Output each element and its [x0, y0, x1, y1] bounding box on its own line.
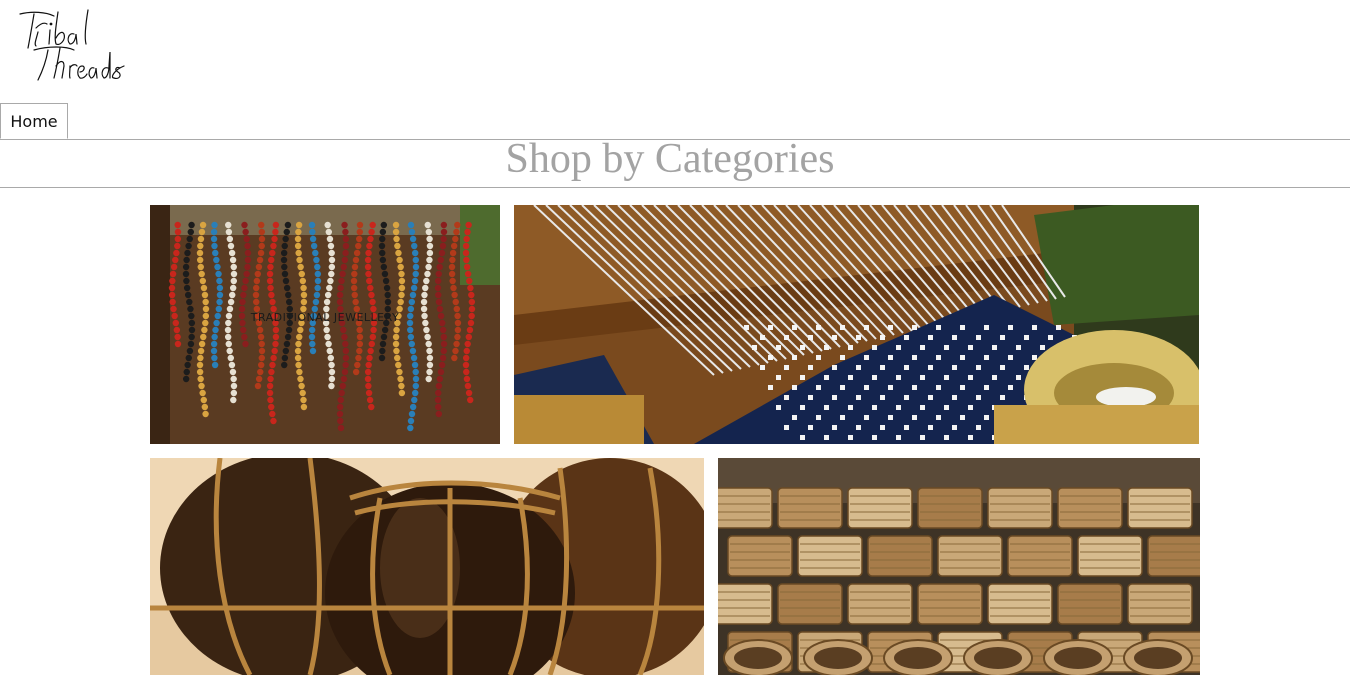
nav-home-tab[interactable]: Home [0, 103, 68, 139]
beaded-necklaces-image [150, 205, 500, 444]
page-title: Shop by Categories [505, 136, 835, 182]
category-tile-baskets[interactable] [718, 458, 1200, 675]
category-label: TRADITIONAL JEWELLERY [250, 311, 400, 324]
handloom-weaving-image [514, 205, 1199, 444]
heading-divider [0, 187, 1350, 188]
category-tile-pottery[interactable] [150, 458, 704, 675]
category-tile-jewellery[interactable]: TRADITIONAL JEWELLERY [150, 205, 500, 444]
brand-logo[interactable] [14, 8, 129, 86]
category-tile-weaving[interactable] [514, 205, 1199, 444]
woven-baskets-image [718, 458, 1200, 675]
cane-wrapped-pots-image [150, 458, 704, 675]
tribal-threads-script-logo [19, 9, 125, 81]
